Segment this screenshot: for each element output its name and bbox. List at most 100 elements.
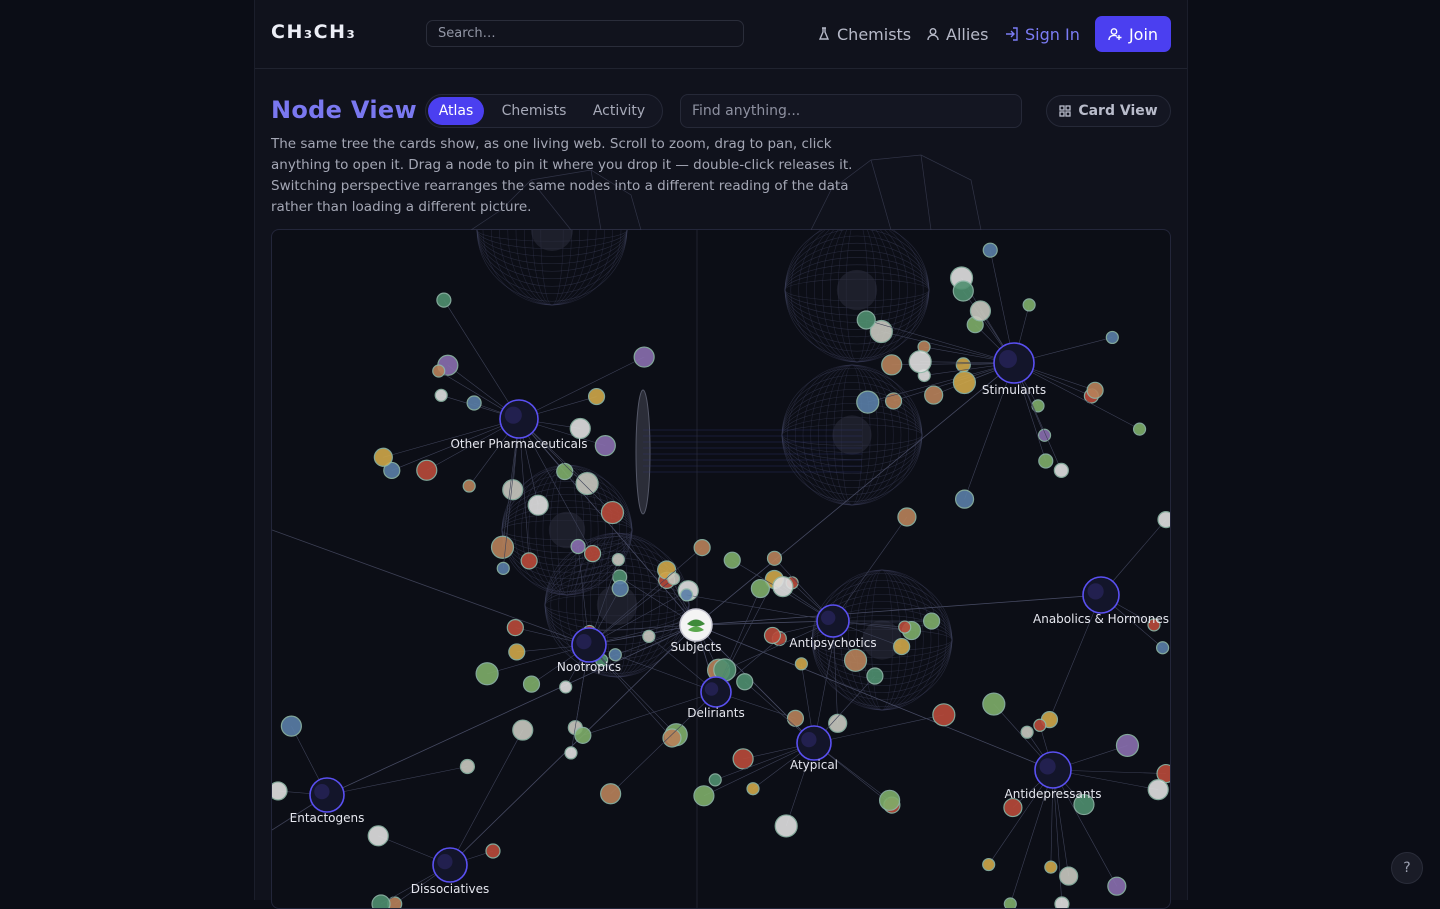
tab-activity[interactable]: Activity — [582, 97, 656, 125]
search-box[interactable] — [426, 20, 744, 47]
leaf-node[interactable] — [1023, 299, 1035, 311]
leaf-node[interactable] — [1039, 454, 1053, 468]
leaf-node[interactable] — [1106, 331, 1118, 343]
search-input[interactable] — [427, 21, 743, 46]
tab-chemists[interactable]: Chemists — [492, 97, 576, 125]
leaf-node[interactable] — [733, 749, 753, 769]
leaf-node[interactable] — [1034, 719, 1046, 731]
leaf-node[interactable] — [899, 621, 911, 633]
leaf-node[interactable] — [894, 639, 910, 655]
leaf-node[interactable] — [557, 464, 573, 480]
brand-logo[interactable]: CH₃CH₃ — [271, 21, 356, 43]
leaf-node[interactable] — [507, 620, 523, 636]
node-graph-svg[interactable]: SubjectsOther PharmaceuticalsStimulantsN… — [272, 230, 1171, 909]
leaf-node[interactable] — [467, 396, 481, 410]
help-button[interactable]: ? — [1391, 852, 1423, 884]
leaf-node[interactable] — [767, 551, 781, 565]
leaf-node[interactable] — [1148, 780, 1168, 800]
leaf-node[interactable] — [1158, 512, 1171, 528]
leaf-node[interactable] — [513, 720, 533, 740]
leaf-node[interactable] — [417, 460, 437, 480]
leaf-node[interactable] — [1021, 726, 1033, 738]
leaf-node[interactable] — [476, 663, 498, 685]
nav-allies[interactable]: Allies — [926, 22, 988, 46]
leaf-node[interactable] — [634, 347, 654, 367]
leaf-node[interactable] — [953, 281, 973, 301]
leaf-node[interactable] — [857, 391, 879, 413]
leaf-node[interactable] — [612, 580, 628, 596]
find-box[interactable] — [680, 94, 1022, 128]
leaf-node[interactable] — [1039, 429, 1051, 441]
leaf-node[interactable] — [898, 508, 916, 526]
leaf-node[interactable] — [867, 668, 883, 684]
leaf-node[interactable] — [612, 554, 624, 566]
leaf-node[interactable] — [503, 480, 523, 500]
leaf-node[interactable] — [1108, 877, 1126, 895]
leaf-node[interactable] — [880, 790, 900, 810]
join-button[interactable]: Join — [1095, 16, 1171, 52]
leaf-node[interactable] — [560, 681, 572, 693]
leaf-node[interactable] — [565, 747, 577, 759]
leaf-node[interactable] — [751, 580, 769, 598]
leaf-node[interactable] — [433, 365, 445, 377]
leaf-node[interactable] — [521, 553, 537, 569]
leaf-node[interactable] — [857, 311, 875, 329]
leaf-node[interactable] — [523, 676, 539, 692]
leaf-node[interactable] — [737, 674, 753, 690]
card-view-button[interactable]: Card View — [1046, 95, 1171, 127]
leaf-node[interactable] — [1134, 423, 1146, 435]
leaf-node[interactable] — [528, 495, 548, 515]
nav-sign-in[interactable]: Sign In — [1005, 22, 1080, 46]
leaf-node[interactable] — [571, 539, 585, 553]
leaf-node[interactable] — [437, 293, 451, 307]
leaf-node[interactable] — [909, 351, 931, 373]
leaf-node[interactable] — [435, 389, 447, 401]
leaf-node[interactable] — [956, 490, 974, 508]
leaf-node[interactable] — [747, 783, 759, 795]
leaf-node[interactable] — [585, 546, 601, 562]
leaf-node[interactable] — [368, 826, 388, 846]
leaf-node[interactable] — [509, 644, 525, 660]
leaf-node[interactable] — [953, 372, 975, 394]
leaf-node[interactable] — [709, 774, 721, 786]
leaf-node[interactable] — [1054, 463, 1068, 477]
leaf-node[interactable] — [570, 418, 590, 438]
leaf-node[interactable] — [1157, 642, 1169, 654]
leaf-node[interactable] — [764, 627, 780, 643]
leaf-node[interactable] — [845, 649, 867, 671]
leaf-node[interactable] — [589, 389, 605, 405]
leaf-node[interactable] — [775, 815, 797, 837]
leaf-node[interactable] — [694, 540, 710, 556]
tab-atlas[interactable]: Atlas — [428, 97, 484, 125]
leaf-node[interactable] — [1004, 799, 1022, 817]
leaf-node[interactable] — [668, 573, 680, 585]
leaf-node[interactable] — [497, 562, 509, 574]
leaf-node[interactable] — [576, 473, 598, 495]
category-node-antipsychotics[interactable]: Antipsychotics — [789, 605, 876, 650]
leaf-node[interactable] — [773, 577, 793, 597]
leaf-node[interactable] — [983, 859, 995, 871]
leaf-node[interactable] — [925, 386, 943, 404]
leaf-node[interactable] — [1055, 897, 1069, 909]
leaf-node[interactable] — [694, 786, 714, 806]
leaf-node[interactable] — [486, 844, 500, 858]
leaf-node[interactable] — [601, 502, 623, 524]
leaf-node[interactable] — [575, 727, 591, 743]
nav-chemists[interactable]: Chemists — [817, 22, 911, 46]
leaf-node[interactable] — [643, 630, 655, 642]
category-node-dissociatives[interactable]: Dissociatives — [411, 848, 489, 896]
leaf-node[interactable] — [933, 704, 955, 726]
leaf-node[interactable] — [372, 895, 390, 909]
leaf-node[interactable] — [1116, 734, 1138, 756]
leaf-node[interactable] — [787, 710, 803, 726]
leaf-node[interactable] — [463, 480, 475, 492]
node-graph-canvas[interactable]: SubjectsOther PharmaceuticalsStimulantsN… — [271, 229, 1171, 909]
leaf-node[interactable] — [272, 782, 287, 800]
leaf-node[interactable] — [460, 760, 474, 774]
leaf-node[interactable] — [983, 243, 997, 257]
leaf-node[interactable] — [663, 729, 681, 747]
leaf-node[interactable] — [1045, 861, 1057, 873]
leaf-node[interactable] — [983, 693, 1005, 715]
find-input[interactable] — [681, 95, 1021, 127]
leaf-node[interactable] — [601, 784, 621, 804]
